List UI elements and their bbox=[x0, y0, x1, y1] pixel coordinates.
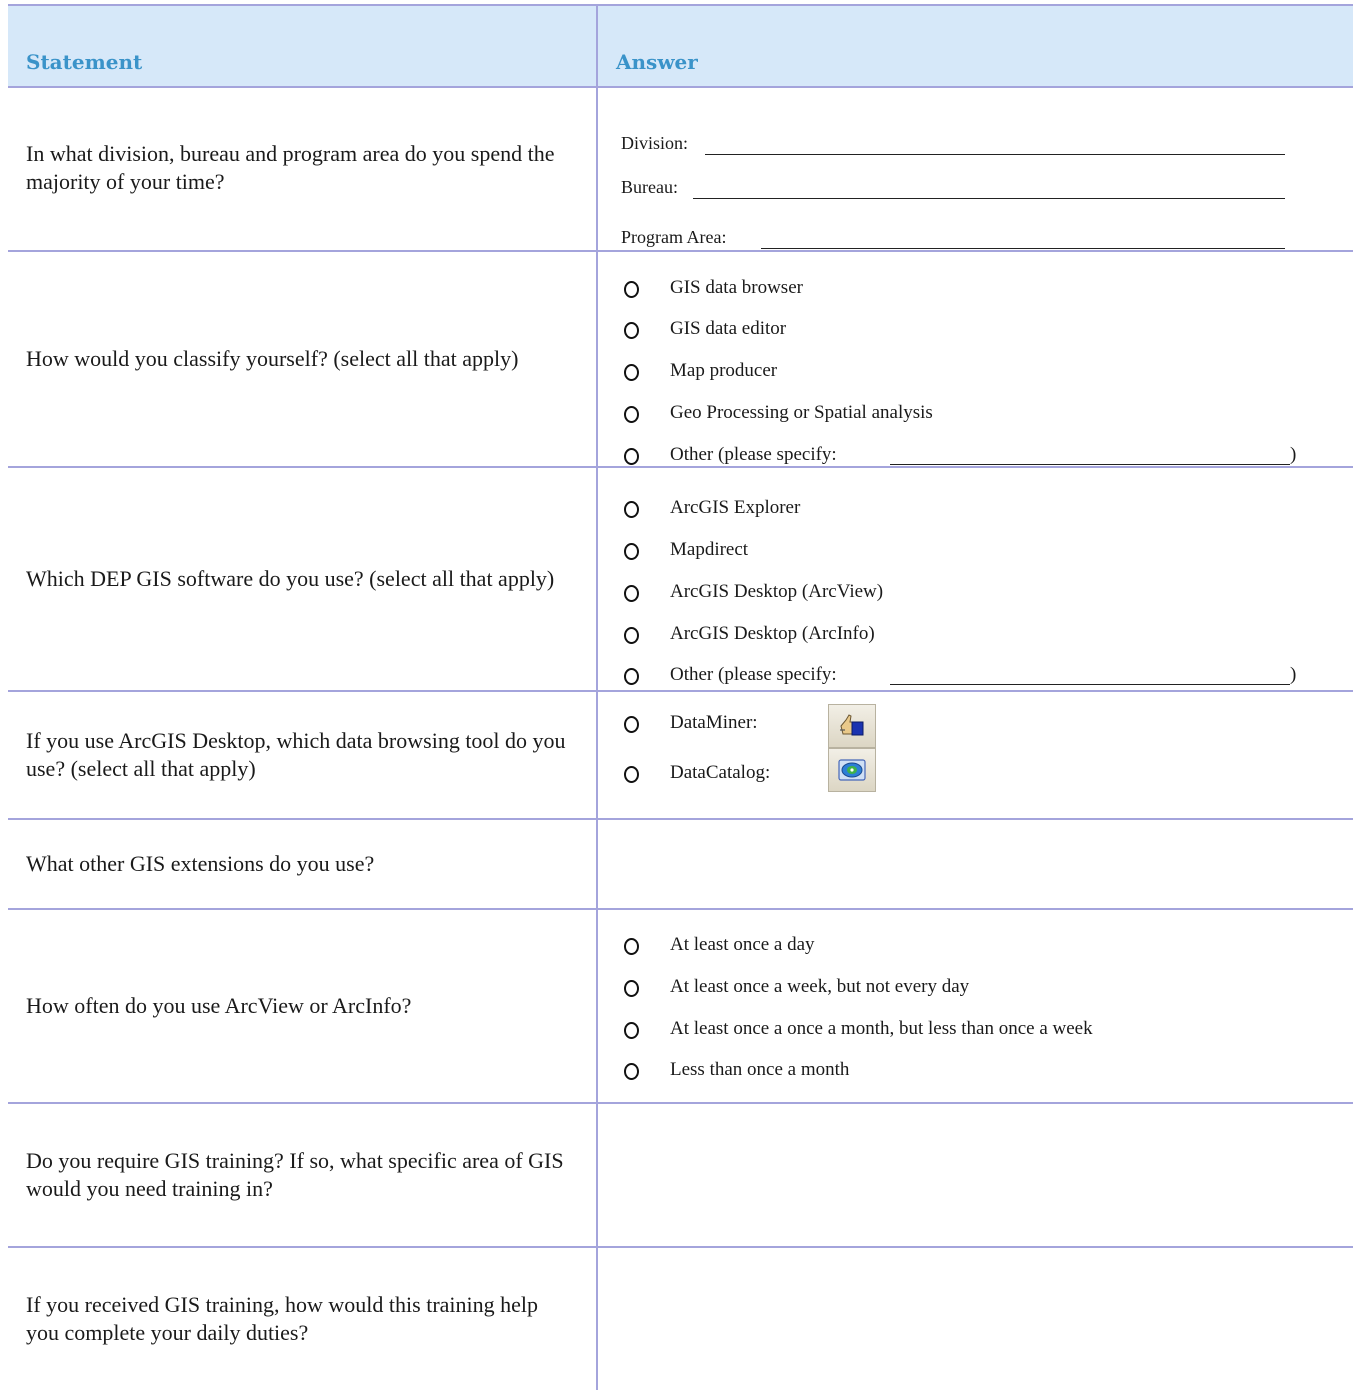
radio-circle-icon bbox=[624, 627, 639, 644]
question-division: In what division, bureau and program are… bbox=[26, 141, 555, 194]
radio-circle-icon bbox=[624, 322, 639, 339]
question-training: Do you require GIS training? If so, what… bbox=[26, 1148, 564, 1201]
option-datacatalog[interactable]: DataCatalog: bbox=[622, 760, 922, 790]
row-extensions: What other GIS extensions do you use? bbox=[8, 820, 1353, 910]
question-browsing-tool: If you use ArcGIS Desktop, which data br… bbox=[26, 728, 566, 781]
row-training: Do you require GIS training? If so, what… bbox=[8, 1104, 1353, 1248]
dataminer-icon[interactable] bbox=[828, 704, 876, 748]
radio-circle-icon bbox=[624, 501, 639, 518]
answer-extensions[interactable] bbox=[598, 820, 1353, 908]
other-specify-line[interactable] bbox=[890, 464, 1290, 465]
closing-paren: ) bbox=[1290, 444, 1297, 465]
question-frequency: How often do you use ArcView or ArcInfo? bbox=[26, 993, 412, 1018]
radio-circle-icon bbox=[624, 281, 639, 298]
row-frequency: How often do you use ArcView or ArcInfo?… bbox=[8, 910, 1353, 1104]
radio-circle-icon bbox=[624, 448, 639, 465]
row-browsing-tool: If you use ArcGIS Desktop, which data br… bbox=[8, 692, 1353, 820]
question-software: Which DEP GIS software do you use? (sele… bbox=[26, 566, 555, 591]
radio-circle-icon bbox=[624, 543, 639, 560]
radio-circle-icon bbox=[624, 364, 639, 381]
bureau-underline bbox=[693, 198, 1285, 199]
header-answer: Answer bbox=[616, 50, 698, 74]
row-classify: How would you classify yourself? (select… bbox=[8, 252, 1353, 468]
radio-circle-icon bbox=[624, 1022, 639, 1039]
question-extensions: What other GIS extensions do you use? bbox=[26, 851, 375, 876]
other-specify-line[interactable] bbox=[890, 684, 1290, 685]
header-statement: Statement bbox=[26, 50, 143, 74]
header-answer-cell: Answer bbox=[598, 6, 1353, 86]
header-row: Statement Answer bbox=[8, 4, 1353, 88]
program-area-label: Program Area: bbox=[621, 227, 727, 247]
radio-circle-icon bbox=[624, 585, 639, 602]
dataminer-glyph bbox=[840, 714, 864, 736]
radio-circle-icon bbox=[624, 980, 639, 997]
datacatalog-glyph bbox=[838, 759, 866, 781]
program-area-field[interactable]: Program Area: bbox=[621, 222, 1285, 252]
datacatalog-icon[interactable] bbox=[828, 748, 876, 792]
option-other-software[interactable]: Other (please specify: ) bbox=[622, 662, 1322, 692]
radio-circle-icon bbox=[624, 938, 639, 955]
division-label: Division: bbox=[621, 133, 689, 153]
question-classify: How would you classify yourself? (select… bbox=[26, 346, 519, 371]
option-dataminer[interactable]: DataMiner: bbox=[622, 710, 922, 740]
program-area-underline bbox=[761, 248, 1285, 249]
radio-circle-icon bbox=[624, 668, 639, 685]
radio-circle-icon bbox=[624, 716, 639, 733]
bureau-label: Bureau: bbox=[621, 177, 678, 197]
division-underline bbox=[705, 154, 1285, 155]
radio-circle-icon bbox=[624, 406, 639, 423]
question-duties: If you received GIS training, how would … bbox=[26, 1292, 539, 1345]
answer-duties[interactable] bbox=[598, 1248, 1353, 1390]
row-duties: If you received GIS training, how would … bbox=[8, 1248, 1353, 1390]
answer-training[interactable] bbox=[598, 1104, 1353, 1246]
header-statement-cell: Statement bbox=[8, 6, 598, 86]
division-field[interactable]: Division: bbox=[621, 128, 1285, 158]
row-division: In what division, bureau and program are… bbox=[8, 86, 1353, 252]
radio-circle-icon bbox=[624, 1063, 639, 1080]
row-software: Which DEP GIS software do you use? (sele… bbox=[8, 468, 1353, 692]
bureau-field[interactable]: Bureau: bbox=[621, 172, 1285, 202]
radio-circle-icon bbox=[624, 766, 639, 783]
closing-paren: ) bbox=[1290, 664, 1297, 685]
